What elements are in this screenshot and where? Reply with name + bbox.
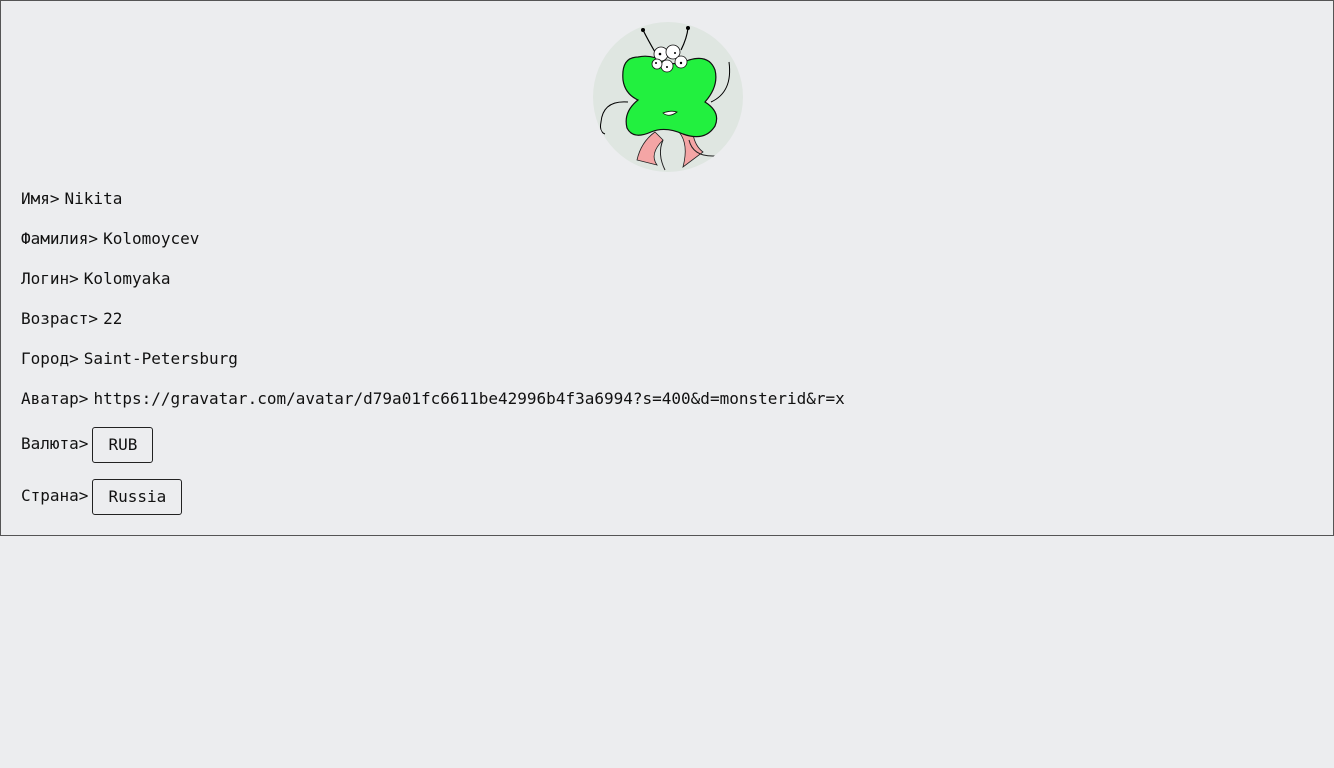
last-name-label: Фамилия> [21,229,99,248]
first-name-row: Имя> Nikita [21,189,122,209]
currency-button[interactable]: RUB [92,426,154,463]
country-button[interactable]: Russia [92,478,183,515]
login-label: Логин> [21,269,79,288]
avatar-image [593,22,743,172]
avatar-url-value: https://gravatar.com/avatar/d79a01fc6611… [93,389,845,408]
city-value: Saint-Petersburg [83,349,238,368]
profile-card: Имя> Nikita Фамилия> Kolomoycev Логин> Kolo… [0,0,1334,536]
city-row: Город> Saint-Petersburg [21,349,238,369]
country-label: Страна> [21,486,89,505]
login-value: Kolomyaka [83,269,171,288]
first-name-label: Имя> [21,189,60,208]
currency-label: Валюта> [21,434,89,453]
last-name-row: Фамилия> Kolomoycev [21,229,199,249]
first-name-value: Nikita [64,189,123,208]
city-label: Город> [21,349,79,368]
login-row: Логин> Kolomyaka [21,269,171,289]
last-name-value: Kolomoycev [103,229,200,248]
currency-row: Валюта> RUB [21,426,154,463]
monster-avatar-icon [600,26,731,171]
age-row: Возраст> 22 [21,309,122,329]
age-label: Возраст> [21,309,99,328]
avatar-url-row: Аватар> https://gravatar.com/avatar/d79a0… [21,389,845,409]
country-row: Страна> Russia [21,478,183,515]
age-value: 22 [103,309,123,328]
avatar-url-label: Аватар> [21,389,89,408]
